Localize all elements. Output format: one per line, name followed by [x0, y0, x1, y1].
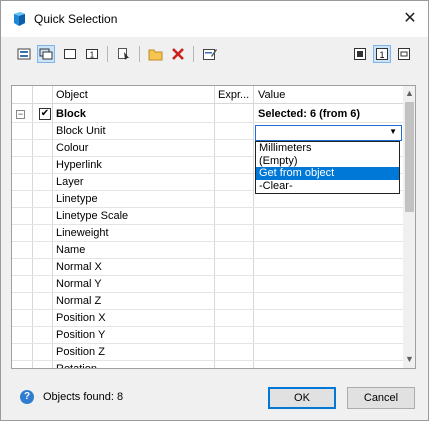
select-by-window-icon[interactable]: [37, 45, 55, 63]
property-label: Normal Z: [56, 295, 102, 307]
property-row[interactable]: Position Y: [12, 327, 404, 344]
property-row[interactable]: Normal X: [12, 259, 404, 276]
block-label: Block: [56, 108, 86, 120]
toolbar-separator: [107, 46, 108, 62]
property-label: Position X: [56, 312, 106, 324]
view-mode-2-icon[interactable]: 1: [373, 45, 391, 63]
svg-text:1: 1: [379, 50, 384, 60]
property-row[interactable]: Rotation: [12, 361, 404, 369]
dropdown-option[interactable]: Get from object: [256, 167, 399, 180]
edit-icon[interactable]: [201, 45, 219, 63]
vertical-scrollbar[interactable]: ▲ ▼: [403, 86, 415, 368]
scroll-thumb[interactable]: [405, 102, 414, 212]
window-title: Quick Selection: [34, 12, 118, 26]
property-row[interactable]: Lineweight: [12, 225, 404, 242]
column-header-object[interactable]: Object: [56, 89, 88, 101]
view-mode-3-icon[interactable]: [395, 45, 413, 63]
close-icon[interactable]: ✕: [395, 7, 425, 31]
block-unit-dropdown: Millimeters (Empty) Get from object -Clear-: [255, 141, 400, 194]
dropdown-option[interactable]: (Empty): [256, 155, 399, 168]
property-grid: Object Expr... Value − ✔ Block Selected:…: [11, 85, 416, 369]
svg-text:1: 1: [90, 51, 95, 60]
property-label: Name: [56, 244, 86, 256]
rectangle-select-icon[interactable]: [61, 45, 79, 63]
property-row[interactable]: Name: [12, 242, 404, 259]
objects-found-status: Objects found: 8: [43, 391, 124, 403]
property-label: Rotation: [56, 363, 97, 369]
property-row[interactable]: Normal Y: [12, 276, 404, 293]
select-objects-icon[interactable]: [15, 45, 33, 63]
collapse-expander[interactable]: −: [16, 110, 25, 119]
cancel-button[interactable]: Cancel: [347, 387, 415, 409]
block-row[interactable]: − ✔ Block Selected: 6 (from 6): [12, 106, 404, 123]
property-label: Position Y: [56, 329, 106, 341]
block-selected-count: Selected: 6 (from 6): [258, 108, 361, 120]
property-label: Block Unit: [56, 125, 106, 137]
quick-selection-app-icon: [12, 11, 26, 27]
property-label: Normal X: [56, 261, 102, 273]
filter-icon[interactable]: [115, 45, 133, 63]
chevron-down-icon[interactable]: ▼: [389, 127, 397, 136]
dropdown-option[interactable]: Millimeters: [256, 142, 399, 155]
column-header-expression[interactable]: Expr...: [218, 89, 249, 101]
property-label: Linetype Scale: [56, 210, 129, 222]
property-label: Layer: [56, 176, 84, 188]
view-mode-1-icon[interactable]: [351, 45, 369, 63]
scroll-down-icon[interactable]: ▼: [403, 354, 415, 366]
help-icon[interactable]: ?: [20, 390, 34, 404]
title-bar: Quick Selection ✕: [1, 1, 428, 37]
property-label: Hyperlink: [56, 159, 102, 171]
toolbar: 1 1: [1, 37, 428, 71]
select-one-icon[interactable]: 1: [83, 45, 101, 63]
dropdown-option[interactable]: -Clear-: [256, 180, 399, 193]
property-label: Normal Y: [56, 278, 102, 290]
grid-header: Object Expr... Value: [12, 86, 404, 104]
quick-selection-dialog: Quick Selection ✕ 1 1 Object Expr... Val…: [0, 0, 429, 421]
delete-x-icon[interactable]: [169, 45, 187, 63]
block-checkbox[interactable]: ✔: [39, 108, 51, 120]
property-row[interactable]: Linetype Scale: [12, 208, 404, 225]
toolbar-separator: [139, 46, 140, 62]
toolbar-separator: [193, 46, 194, 62]
property-row[interactable]: Position Z: [12, 344, 404, 361]
scroll-up-icon[interactable]: ▲: [403, 88, 415, 100]
property-label: Linetype: [56, 193, 98, 205]
column-header-value[interactable]: Value: [258, 89, 285, 101]
property-row[interactable]: Position X: [12, 310, 404, 327]
property-label: Lineweight: [56, 227, 109, 239]
property-label: Colour: [56, 142, 89, 154]
open-folder-icon[interactable]: [147, 45, 165, 63]
property-label: Position Z: [56, 346, 105, 358]
block-unit-combo[interactable]: ▼: [255, 125, 402, 141]
property-row[interactable]: Normal Z: [12, 293, 404, 310]
ok-button[interactable]: OK: [268, 387, 336, 409]
